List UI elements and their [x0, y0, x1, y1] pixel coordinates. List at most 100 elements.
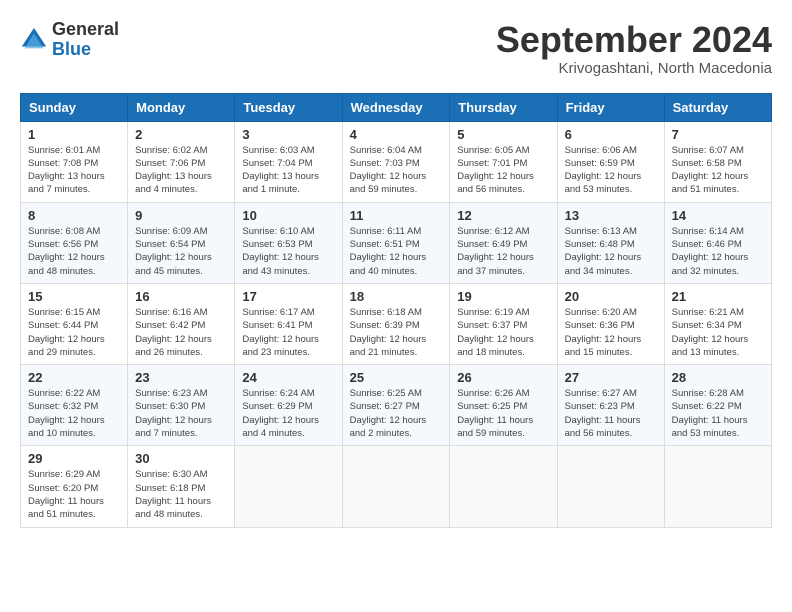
- day-info: Sunrise: 6:07 AMSunset: 6:58 PMDaylight:…: [672, 144, 764, 197]
- calendar-cell: [664, 446, 771, 527]
- day-number: 20: [565, 289, 657, 304]
- calendar-cell: 7 Sunrise: 6:07 AMSunset: 6:58 PMDaylight…: [664, 121, 771, 202]
- calendar-cell: 29 Sunrise: 6:29 AMSunset: 6:20 PMDayligh…: [21, 446, 128, 527]
- calendar-cell: 4 Sunrise: 6:04 AMSunset: 7:03 PMDaylight…: [342, 121, 450, 202]
- day-number: 28: [672, 370, 764, 385]
- day-number: 26: [457, 370, 549, 385]
- day-number: 8: [28, 208, 120, 223]
- calendar-cell: 8 Sunrise: 6:08 AMSunset: 6:56 PMDaylight…: [21, 202, 128, 283]
- day-number: 29: [28, 451, 120, 466]
- calendar-cell: 3Sunrise: 6:03 AMSunset: 7:04 PMDaylight…: [235, 121, 342, 202]
- day-number: 19: [457, 289, 549, 304]
- day-number: 17: [242, 289, 334, 304]
- calendar-cell: 11 Sunrise: 6:11 AMSunset: 6:51 PMDayligh…: [342, 202, 450, 283]
- logo-icon: [20, 26, 48, 54]
- calendar-cell: 18 Sunrise: 6:18 AMSunset: 6:39 PMDayligh…: [342, 283, 450, 364]
- day-info: Sunrise: 6:19 AMSunset: 6:37 PMDaylight:…: [457, 306, 549, 359]
- calendar-cell: 13Sunrise: 6:13 AMSunset: 6:48 PMDayligh…: [557, 202, 664, 283]
- day-info: Sunrise: 6:30 AMSunset: 6:18 PMDaylight:…: [135, 468, 227, 521]
- calendar-cell: 26Sunrise: 6:26 AMSunset: 6:25 PMDayligh…: [450, 365, 557, 446]
- day-info: Sunrise: 6:13 AMSunset: 6:48 PMDaylight:…: [565, 225, 657, 278]
- weekday-header-monday: Monday: [128, 93, 235, 121]
- day-info: Sunrise: 6:05 AMSunset: 7:01 PMDaylight:…: [457, 144, 549, 197]
- day-info: Sunrise: 6:06 AMSunset: 6:59 PMDaylight:…: [565, 144, 657, 197]
- day-info: Sunrise: 6:25 AMSunset: 6:27 PMDaylight:…: [350, 387, 443, 440]
- day-info: Sunrise: 6:11 AMSunset: 6:51 PMDaylight:…: [350, 225, 443, 278]
- day-info: Sunrise: 6:22 AMSunset: 6:32 PMDaylight:…: [28, 387, 120, 440]
- calendar-week-row: 1 Sunrise: 6:01 AMSunset: 7:08 PMDaylight…: [21, 121, 772, 202]
- day-info: Sunrise: 6:04 AMSunset: 7:03 PMDaylight:…: [350, 144, 443, 197]
- calendar-table: SundayMondayTuesdayWednesdayThursdayFrid…: [20, 93, 772, 528]
- weekday-header-thursday: Thursday: [450, 93, 557, 121]
- calendar-cell: 10 Sunrise: 6:10 AMSunset: 6:53 PMDayligh…: [235, 202, 342, 283]
- day-info: Sunrise: 6:20 AMSunset: 6:36 PMDaylight:…: [565, 306, 657, 359]
- logo-blue-text: Blue: [52, 40, 119, 60]
- day-number: 10: [242, 208, 334, 223]
- calendar-cell: 20 Sunrise: 6:20 AMSunset: 6:36 PMDayligh…: [557, 283, 664, 364]
- calendar-cell: 12 Sunrise: 6:12 AMSunset: 6:49 PMDayligh…: [450, 202, 557, 283]
- calendar-week-row: 8 Sunrise: 6:08 AMSunset: 6:56 PMDaylight…: [21, 202, 772, 283]
- day-info: Sunrise: 6:08 AMSunset: 6:56 PMDaylight:…: [28, 225, 120, 278]
- day-number: 18: [350, 289, 443, 304]
- calendar-cell: 27 Sunrise: 6:27 AMSunset: 6:23 PMDayligh…: [557, 365, 664, 446]
- day-number: 15: [28, 289, 120, 304]
- calendar-cell: 15 Sunrise: 6:15 AMSunset: 6:44 PMDayligh…: [21, 283, 128, 364]
- day-info: Sunrise: 6:03 AMSunset: 7:04 PMDaylight:…: [242, 144, 334, 197]
- day-number: 14: [672, 208, 764, 223]
- day-info: Sunrise: 6:10 AMSunset: 6:53 PMDaylight:…: [242, 225, 334, 278]
- calendar-cell: 25 Sunrise: 6:25 AMSunset: 6:27 PMDayligh…: [342, 365, 450, 446]
- day-number: 21: [672, 289, 764, 304]
- day-number: 12: [457, 208, 549, 223]
- day-info: Sunrise: 6:16 AMSunset: 6:42 PMDaylight:…: [135, 306, 227, 359]
- calendar-week-row: 22Sunrise: 6:22 AMSunset: 6:32 PMDayligh…: [21, 365, 772, 446]
- calendar-cell: [450, 446, 557, 527]
- weekday-header-wednesday: Wednesday: [342, 93, 450, 121]
- day-number: 7: [672, 127, 764, 142]
- calendar-cell: 30Sunrise: 6:30 AMSunset: 6:18 PMDayligh…: [128, 446, 235, 527]
- calendar-cell: 2 Sunrise: 6:02 AMSunset: 7:06 PMDaylight…: [128, 121, 235, 202]
- day-number: 9: [135, 208, 227, 223]
- day-info: Sunrise: 6:12 AMSunset: 6:49 PMDaylight:…: [457, 225, 549, 278]
- day-number: 16: [135, 289, 227, 304]
- day-number: 11: [350, 208, 443, 223]
- calendar-cell: [557, 446, 664, 527]
- day-info: Sunrise: 6:02 AMSunset: 7:06 PMDaylight:…: [135, 144, 227, 197]
- day-info: Sunrise: 6:09 AMSunset: 6:54 PMDaylight:…: [135, 225, 227, 278]
- day-info: Sunrise: 6:29 AMSunset: 6:20 PMDaylight:…: [28, 468, 120, 521]
- day-number: 6: [565, 127, 657, 142]
- calendar-cell: 28 Sunrise: 6:28 AMSunset: 6:22 PMDayligh…: [664, 365, 771, 446]
- day-number: 27: [565, 370, 657, 385]
- day-info: Sunrise: 6:28 AMSunset: 6:22 PMDaylight:…: [672, 387, 764, 440]
- month-title: September 2024: [496, 20, 772, 60]
- day-number: 2: [135, 127, 227, 142]
- calendar-week-row: 29 Sunrise: 6:29 AMSunset: 6:20 PMDayligh…: [21, 446, 772, 527]
- day-number: 5: [457, 127, 549, 142]
- location-text: Krivogashtani, North Macedonia: [496, 60, 772, 77]
- day-number: 4: [350, 127, 443, 142]
- calendar-cell: 16 Sunrise: 6:16 AMSunset: 6:42 PMDayligh…: [128, 283, 235, 364]
- day-info: Sunrise: 6:27 AMSunset: 6:23 PMDaylight:…: [565, 387, 657, 440]
- day-info: Sunrise: 6:18 AMSunset: 6:39 PMDaylight:…: [350, 306, 443, 359]
- calendar-cell: 5 Sunrise: 6:05 AMSunset: 7:01 PMDaylight…: [450, 121, 557, 202]
- weekday-header-tuesday: Tuesday: [235, 93, 342, 121]
- calendar-cell: 1 Sunrise: 6:01 AMSunset: 7:08 PMDaylight…: [21, 121, 128, 202]
- calendar-week-row: 15 Sunrise: 6:15 AMSunset: 6:44 PMDayligh…: [21, 283, 772, 364]
- calendar-header-row: SundayMondayTuesdayWednesdayThursdayFrid…: [21, 93, 772, 121]
- calendar-cell: 17Sunrise: 6:17 AMSunset: 6:41 PMDayligh…: [235, 283, 342, 364]
- calendar-cell: 9 Sunrise: 6:09 AMSunset: 6:54 PMDaylight…: [128, 202, 235, 283]
- logo-general-text: General: [52, 20, 119, 40]
- calendar-cell: [342, 446, 450, 527]
- calendar-cell: [235, 446, 342, 527]
- day-info: Sunrise: 6:01 AMSunset: 7:08 PMDaylight:…: [28, 144, 120, 197]
- logo: General Blue: [20, 20, 119, 60]
- page-header: General Blue September 2024 Krivogashtan…: [20, 20, 772, 77]
- calendar-cell: 21Sunrise: 6:21 AMSunset: 6:34 PMDayligh…: [664, 283, 771, 364]
- day-number: 1: [28, 127, 120, 142]
- calendar-cell: 22Sunrise: 6:22 AMSunset: 6:32 PMDayligh…: [21, 365, 128, 446]
- weekday-header-saturday: Saturday: [664, 93, 771, 121]
- calendar-cell: 23Sunrise: 6:23 AMSunset: 6:30 PMDayligh…: [128, 365, 235, 446]
- day-number: 24: [242, 370, 334, 385]
- calendar-cell: 24Sunrise: 6:24 AMSunset: 6:29 PMDayligh…: [235, 365, 342, 446]
- day-info: Sunrise: 6:15 AMSunset: 6:44 PMDaylight:…: [28, 306, 120, 359]
- day-number: 25: [350, 370, 443, 385]
